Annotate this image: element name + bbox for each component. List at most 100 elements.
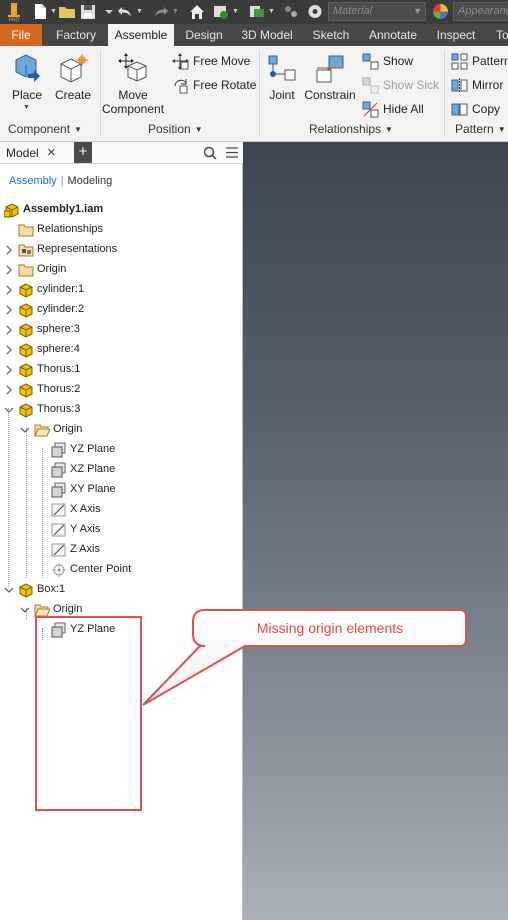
tree-node[interactable]: Thorus:2 <box>0 380 240 400</box>
chevron-right-icon[interactable] <box>4 344 14 356</box>
project-icon[interactable] <box>282 3 300 20</box>
update-icon[interactable] <box>212 3 230 20</box>
tree-node[interactable]: Y Axis <box>0 520 240 540</box>
ribbon-tab-bar: File Factory Assemble Design 3D Model Sk… <box>0 24 508 46</box>
tree-node[interactable]: Thorus:1 <box>0 360 240 380</box>
move-component-icon <box>118 53 147 82</box>
tree-node[interactable]: Assembly1.iam <box>0 200 240 220</box>
constrain-button[interactable]: Constrain <box>303 52 357 102</box>
work-axis-icon <box>51 522 67 538</box>
part-icon <box>18 382 34 398</box>
inventor-pro-logo[interactable]: PRO <box>6 2 22 22</box>
work-axis-icon <box>51 502 67 518</box>
place-dropdown-icon[interactable]: ▼ <box>23 104 30 111</box>
quick-access-toolbar: PRO ▼ ▼ ▼ ▼ ▼ Material ▼ Appearance <box>0 0 508 24</box>
tree-node[interactable]: X Axis <box>0 500 240 520</box>
tree-node[interactable]: Box:1 <box>0 580 240 600</box>
tree-node[interactable]: XZ Plane <box>0 460 240 480</box>
tree-node[interactable]: cylinder:1 <box>0 280 240 300</box>
place-button[interactable]: Place ▼ <box>6 52 48 111</box>
tab-sketch[interactable]: Sketch <box>304 24 358 46</box>
tree-node[interactable]: Origin <box>0 260 240 280</box>
select-dropdown-icon[interactable]: ▼ <box>268 8 275 15</box>
undo-icon[interactable] <box>116 3 134 20</box>
open-folder-icon[interactable] <box>58 3 76 20</box>
save-dropdown-icon[interactable] <box>102 3 116 20</box>
tree-node[interactable]: sphere:3 <box>0 320 240 340</box>
tab-assemble[interactable]: Assemble <box>108 24 174 46</box>
appearance-color-wheel-icon[interactable] <box>432 3 449 20</box>
part-icon <box>18 302 34 318</box>
tab-factory[interactable]: Factory <box>48 24 104 46</box>
tab-model[interactable]: Model <box>6 146 39 160</box>
pattern-icon <box>451 53 468 70</box>
chevron-right-icon[interactable] <box>4 364 14 376</box>
home-icon[interactable] <box>188 3 206 20</box>
tree-node[interactable]: Representations <box>0 240 240 260</box>
position-panel-title[interactable]: Position ▼ <box>148 122 203 136</box>
redo-dropdown-icon[interactable]: ▼ <box>172 8 179 15</box>
tab-annotate[interactable]: Annotate <box>362 24 424 46</box>
add-browser-tab-icon[interactable]: + <box>74 142 92 163</box>
joint-button[interactable]: Joint <box>263 52 301 102</box>
joint-label: Joint <box>269 88 295 102</box>
tree-node[interactable]: Center Point <box>0 560 240 580</box>
assembly-mode-link[interactable]: Assembly <box>9 175 57 187</box>
tree-node[interactable]: Relationships <box>0 220 240 240</box>
chevron-right-icon[interactable] <box>4 284 14 296</box>
chevron-down-icon[interactable] <box>4 404 14 416</box>
hide-all-icon <box>362 101 379 118</box>
tree-node-label: Thorus:1 <box>37 363 81 375</box>
ribbon-panel: Place ▼ Create Component ▼ Move Component… <box>0 46 508 142</box>
close-icon[interactable]: × <box>47 144 56 161</box>
tree-node[interactable]: YZ Plane <box>0 440 240 460</box>
chevron-right-icon[interactable] <box>4 264 14 276</box>
chevron-right-icon[interactable] <box>4 304 14 316</box>
tree-node[interactable]: Origin <box>0 420 240 440</box>
appearance-dropdown[interactable]: Appearance <box>453 2 508 21</box>
chevron-down-icon[interactable] <box>20 424 30 436</box>
modeling-mode-link[interactable]: Modeling <box>68 175 113 187</box>
tree-node[interactable]: cylinder:2 <box>0 300 240 320</box>
chevron-down-icon: ▼ <box>194 125 203 134</box>
tree-node-label: Box:1 <box>37 583 66 595</box>
save-icon[interactable] <box>80 3 96 20</box>
settings-gear-icon[interactable] <box>307 3 323 20</box>
create-button[interactable]: Create <box>54 52 92 102</box>
select-mode-icon[interactable] <box>248 3 266 20</box>
component-panel-title[interactable]: Component ▼ <box>8 122 82 136</box>
tab-inspect[interactable]: Inspect <box>430 24 482 46</box>
tree-node[interactable]: XY Plane <box>0 480 240 500</box>
chevron-down-icon[interactable] <box>4 584 14 596</box>
relationships-panel-title[interactable]: Relationships ▼ <box>309 122 393 136</box>
new-dropdown-icon[interactable]: ▼ <box>50 8 57 15</box>
search-icon[interactable] <box>203 146 217 160</box>
hamburger-menu-icon[interactable] <box>226 147 238 158</box>
tree-node-label: cylinder:2 <box>37 303 85 315</box>
tab-file[interactable]: File <box>0 24 42 46</box>
graphics-viewport[interactable] <box>243 142 508 920</box>
new-file-icon[interactable] <box>32 3 48 20</box>
folder-icon <box>18 262 34 278</box>
tree-node[interactable]: sphere:4 <box>0 340 240 360</box>
chevron-down-icon[interactable] <box>20 604 30 616</box>
material-dropdown[interactable]: Material ▼ <box>328 2 426 21</box>
pattern-panel-title[interactable]: Pattern ▼ <box>455 122 506 136</box>
show-sick-label: Show Sick <box>383 78 440 92</box>
center-point-icon <box>51 562 67 578</box>
tab-3d-model[interactable]: 3D Model <box>234 24 300 46</box>
chevron-right-icon[interactable] <box>4 244 14 256</box>
tree-node-label: Origin <box>53 603 83 615</box>
undo-dropdown-icon[interactable]: ▼ <box>136 8 143 15</box>
chevron-right-icon[interactable] <box>4 324 14 336</box>
update-dropdown-icon[interactable]: ▼ <box>232 8 239 15</box>
tree-node[interactable]: Thorus:3 <box>0 400 240 420</box>
tab-tools[interactable]: To <box>488 24 508 46</box>
chevron-right-icon[interactable] <box>4 384 14 396</box>
tree-node[interactable]: Z Axis <box>0 540 240 560</box>
move-component-button[interactable]: Move Component <box>102 52 164 116</box>
show-label: Show <box>383 54 414 68</box>
mirror-label: Mirror <box>472 78 504 92</box>
redo-icon[interactable] <box>152 3 170 20</box>
tab-design[interactable]: Design <box>178 24 230 46</box>
